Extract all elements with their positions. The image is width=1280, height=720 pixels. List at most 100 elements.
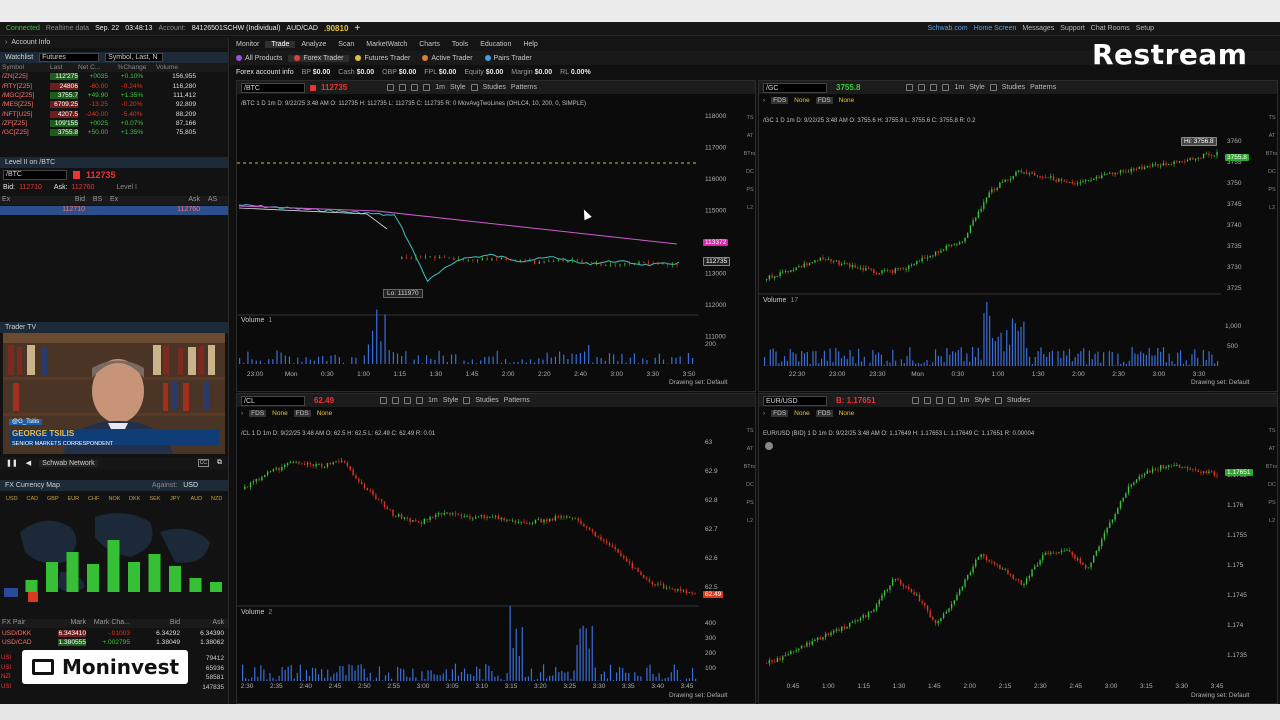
chart-btc-side-tools[interactable]: TS AT BTns DC PS L2 (744, 111, 755, 211)
watchlist-row[interactable]: /GC[Z25] 3755.8 +50.00 +1.35% 75,805 (0, 128, 228, 137)
fx-pair: USD/DKK (2, 630, 32, 638)
volume-bar (266, 679, 268, 681)
link-schwab[interactable]: Schwab.com (927, 25, 967, 32)
subtab-forex-trader[interactable]: Forex Trader (288, 54, 350, 62)
chart-cl-drawing-set[interactable]: Drawing set: Default (669, 692, 728, 699)
volume-bar (417, 355, 419, 364)
watchlist-row[interactable]: /MES[Z25] 6709.25 -13.25 -0.20% 92,809 (0, 100, 228, 109)
cc-icon[interactable]: CC (197, 459, 209, 467)
y-tick-label: 3735 (1227, 243, 1242, 250)
volume-bar (351, 357, 353, 364)
chart-eurusd-drawing-set[interactable]: Drawing set: Default (1191, 692, 1250, 699)
nav-trade[interactable]: Trade (265, 40, 296, 48)
chart-gc[interactable]: /GC 3755.8 1m Style Studies Patterns › FD… (758, 80, 1278, 392)
candle-body (434, 256, 436, 259)
nav-marketwatch[interactable]: MarketWatch (360, 41, 413, 48)
volume-bar (1043, 354, 1045, 366)
volume-bar (392, 352, 394, 364)
chart-btc[interactable]: /BTC 112735 1m Style Studies Patterns /B… (236, 80, 756, 392)
volume-bar (600, 673, 602, 681)
chart-eurusd-info-icon[interactable] (765, 442, 773, 450)
volume-bar (625, 362, 627, 364)
candle-body (540, 518, 542, 523)
volume-bar (1171, 361, 1173, 366)
chart-cl[interactable]: /CL 62.49 1m Style Studies Patterns › FDS… (236, 393, 756, 704)
tradertv-video[interactable]: @G_Tsilis GEORGE TSILIS SENIOR MARKETS C… (3, 333, 225, 454)
watchlist-tab[interactable]: Watchlist (5, 54, 33, 61)
candle-body (1076, 558, 1079, 560)
nav-charts[interactable]: Charts (413, 41, 446, 48)
nav-education[interactable]: Education (474, 41, 517, 48)
subtab-pairs-trader[interactable]: Pairs Trader (479, 55, 538, 62)
watchlist-row[interactable]: /RTY[Z25] 24806 -60.00 -0.24% 116,280 (0, 82, 228, 91)
level2-symbol-input[interactable]: /BTC (3, 170, 67, 180)
chart-eurusd-side-tools[interactable]: TS AT BTns DC PS L2 (1266, 424, 1277, 524)
candle-body (486, 258, 488, 261)
candle-body (449, 512, 451, 515)
chart-eurusd[interactable]: EUR/USD B: 1.17651 1m Style Studies › FDS… (758, 393, 1278, 704)
nav-scan[interactable]: Scan (332, 41, 360, 48)
candle-body (900, 268, 902, 269)
channel-selector[interactable]: Schwab Network (39, 459, 98, 467)
candle-body (401, 257, 403, 259)
y-tick-label: 113000 (705, 271, 727, 278)
col-volume[interactable]: Volume (156, 64, 196, 71)
volume-bar (662, 359, 665, 364)
candle-body (638, 262, 640, 264)
col-symbol[interactable]: Symbol (0, 64, 50, 71)
chart-gc-side-tools[interactable]: TS AT BTns DC PS L2 (1266, 111, 1277, 211)
subtab-all-products[interactable]: All Products (230, 55, 288, 62)
candle-body (1210, 471, 1213, 473)
volume-bar (843, 355, 845, 366)
candle-body (929, 255, 931, 258)
col-net-change[interactable]: Net C... (78, 64, 108, 71)
volume-icon[interactable]: ◀ (26, 459, 31, 467)
watchlist-row[interactable]: /ZN[Z25] 112'275 +0035 +0.10% 156,955 (0, 72, 228, 81)
volume-bar (288, 356, 291, 364)
volume-bar (463, 668, 466, 681)
account-selector[interactable]: 84126501SCHW (Individual) (192, 25, 281, 32)
candle-body (808, 642, 811, 645)
level2-link-icon[interactable] (73, 171, 80, 179)
link-home-screen[interactable]: Home Screen (974, 25, 1017, 32)
volume-bar (243, 362, 245, 364)
volume-bar (971, 347, 974, 366)
link-support[interactable]: Support (1060, 25, 1085, 32)
fx-row[interactable]: USD/CAD 1.380555 +.002795 1.38049 1.38062 (0, 638, 228, 647)
nav-tools[interactable]: Tools (446, 41, 474, 48)
candle-body (1186, 466, 1189, 470)
y-tick-label: 62.7 (705, 526, 718, 533)
volume-bar (1120, 363, 1122, 366)
watchlist-row[interactable]: /NFT[U25] 4207.5 -240.00 -5.40% 88,209 (0, 109, 228, 118)
chart-btc-drawing-set[interactable]: Drawing set: Default (669, 379, 728, 386)
account-info-header[interactable]: › Account Info (0, 37, 228, 48)
watchlist-selector[interactable]: Futures (39, 53, 100, 62)
nav-help[interactable]: Help (517, 41, 543, 48)
candle-body (822, 257, 824, 260)
watchlist-row[interactable]: /ZF[Z25] 109'155 +0025 +0.07% 87,166 (0, 119, 228, 128)
chart-gc-drawing-set[interactable]: Drawing set: Default (1191, 379, 1250, 386)
volume-bar (512, 647, 514, 681)
candle-body (375, 494, 377, 499)
fx-row[interactable]: USD/DKK 6.343410 -.01003 6.34292 6.34390 (0, 629, 228, 638)
nav-analyze[interactable]: Analyze (295, 41, 332, 48)
volume-bar (920, 363, 922, 366)
candle-body (956, 594, 958, 601)
fxmap-against-selector[interactable]: USD (183, 482, 198, 489)
nav-monitor[interactable]: Monitor (230, 41, 265, 48)
popout-icon[interactable]: ⧉ (217, 459, 222, 467)
col-pct-change[interactable]: %Change (108, 64, 156, 71)
add-icon[interactable]: + (354, 23, 360, 34)
col-last[interactable]: Last (50, 64, 78, 71)
watchlist-row[interactable]: /MGC[Z25] 3755.7 +49.90 +1.35% 111,412 (0, 91, 228, 100)
watchlist-search-input[interactable]: Symbol, Last, N (105, 53, 164, 62)
link-setup[interactable]: Setup (1136, 25, 1154, 32)
chart-cl-side-tools[interactable]: TS AT BTns DC PS L2 (744, 424, 755, 524)
y-tick-label: 3725 (1227, 285, 1242, 292)
subtab-futures-trader[interactable]: Futures Trader (349, 55, 416, 62)
link-messages[interactable]: Messages (1022, 25, 1054, 32)
subtab-active-trader[interactable]: Active Trader (416, 55, 478, 62)
pause-icon[interactable]: ❚❚ (6, 459, 18, 467)
candle-body (830, 632, 832, 636)
link-chat-rooms[interactable]: Chat Rooms (1091, 25, 1130, 32)
